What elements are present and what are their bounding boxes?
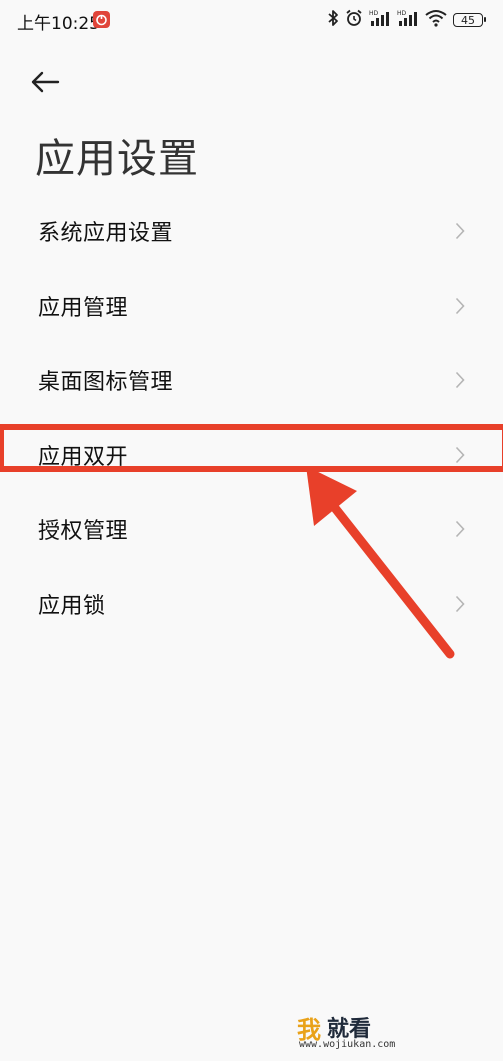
chevron-right-icon: [455, 297, 465, 314]
watermark-url: www.wojiukan.com: [299, 1039, 396, 1050]
menu-item-label: 应用锁: [38, 593, 106, 619]
chevron-right-icon: [455, 595, 465, 612]
signal-icon: HD: [397, 9, 419, 31]
menu-item-desktop-icon-management[interactable]: 桌面图标管理: [0, 343, 503, 418]
alarm-icon: [345, 9, 363, 31]
app-notification-icon: [93, 11, 110, 28]
menu-item-label: 系统应用设置: [38, 221, 174, 247]
menu-item-label: 应用管理: [38, 295, 129, 321]
bluetooth-icon: [327, 9, 339, 31]
menu-item-label: 应用双开: [38, 444, 129, 470]
chevron-right-icon: [455, 521, 465, 538]
menu-item-dual-apps[interactable]: 应用双开: [0, 418, 503, 493]
menu-item-app-lock[interactable]: 应用锁: [0, 567, 503, 642]
chevron-right-icon: [455, 223, 465, 240]
settings-menu-list: 系统应用设置 应用管理 桌面图标管理 应用双开 授权管理 应用锁: [0, 194, 503, 641]
menu-item-app-management[interactable]: 应用管理: [0, 269, 503, 344]
status-icons: HD HD 45: [327, 8, 486, 32]
back-button[interactable]: [30, 62, 76, 102]
wifi-icon: [425, 9, 447, 31]
signal-icon: HD: [369, 9, 391, 31]
svg-text:HD: HD: [397, 10, 407, 17]
watermark-logo: 我 就看 www.wojiukan.com: [293, 1010, 413, 1054]
back-arrow-icon: [31, 71, 60, 93]
page-title: 应用设置: [35, 136, 199, 182]
menu-item-label: 授权管理: [38, 519, 129, 545]
svg-text:HD: HD: [369, 10, 379, 17]
chevron-right-icon: [455, 446, 465, 463]
battery-icon: 45: [453, 13, 486, 27]
status-bar: 上午10:25 HD HD 45: [0, 0, 503, 40]
menu-item-system-app-settings[interactable]: 系统应用设置: [0, 194, 503, 269]
menu-item-permission-management[interactable]: 授权管理: [0, 492, 503, 567]
chevron-right-icon: [455, 372, 465, 389]
menu-item-label: 桌面图标管理: [38, 370, 174, 396]
status-time: 上午10:25: [17, 14, 100, 34]
